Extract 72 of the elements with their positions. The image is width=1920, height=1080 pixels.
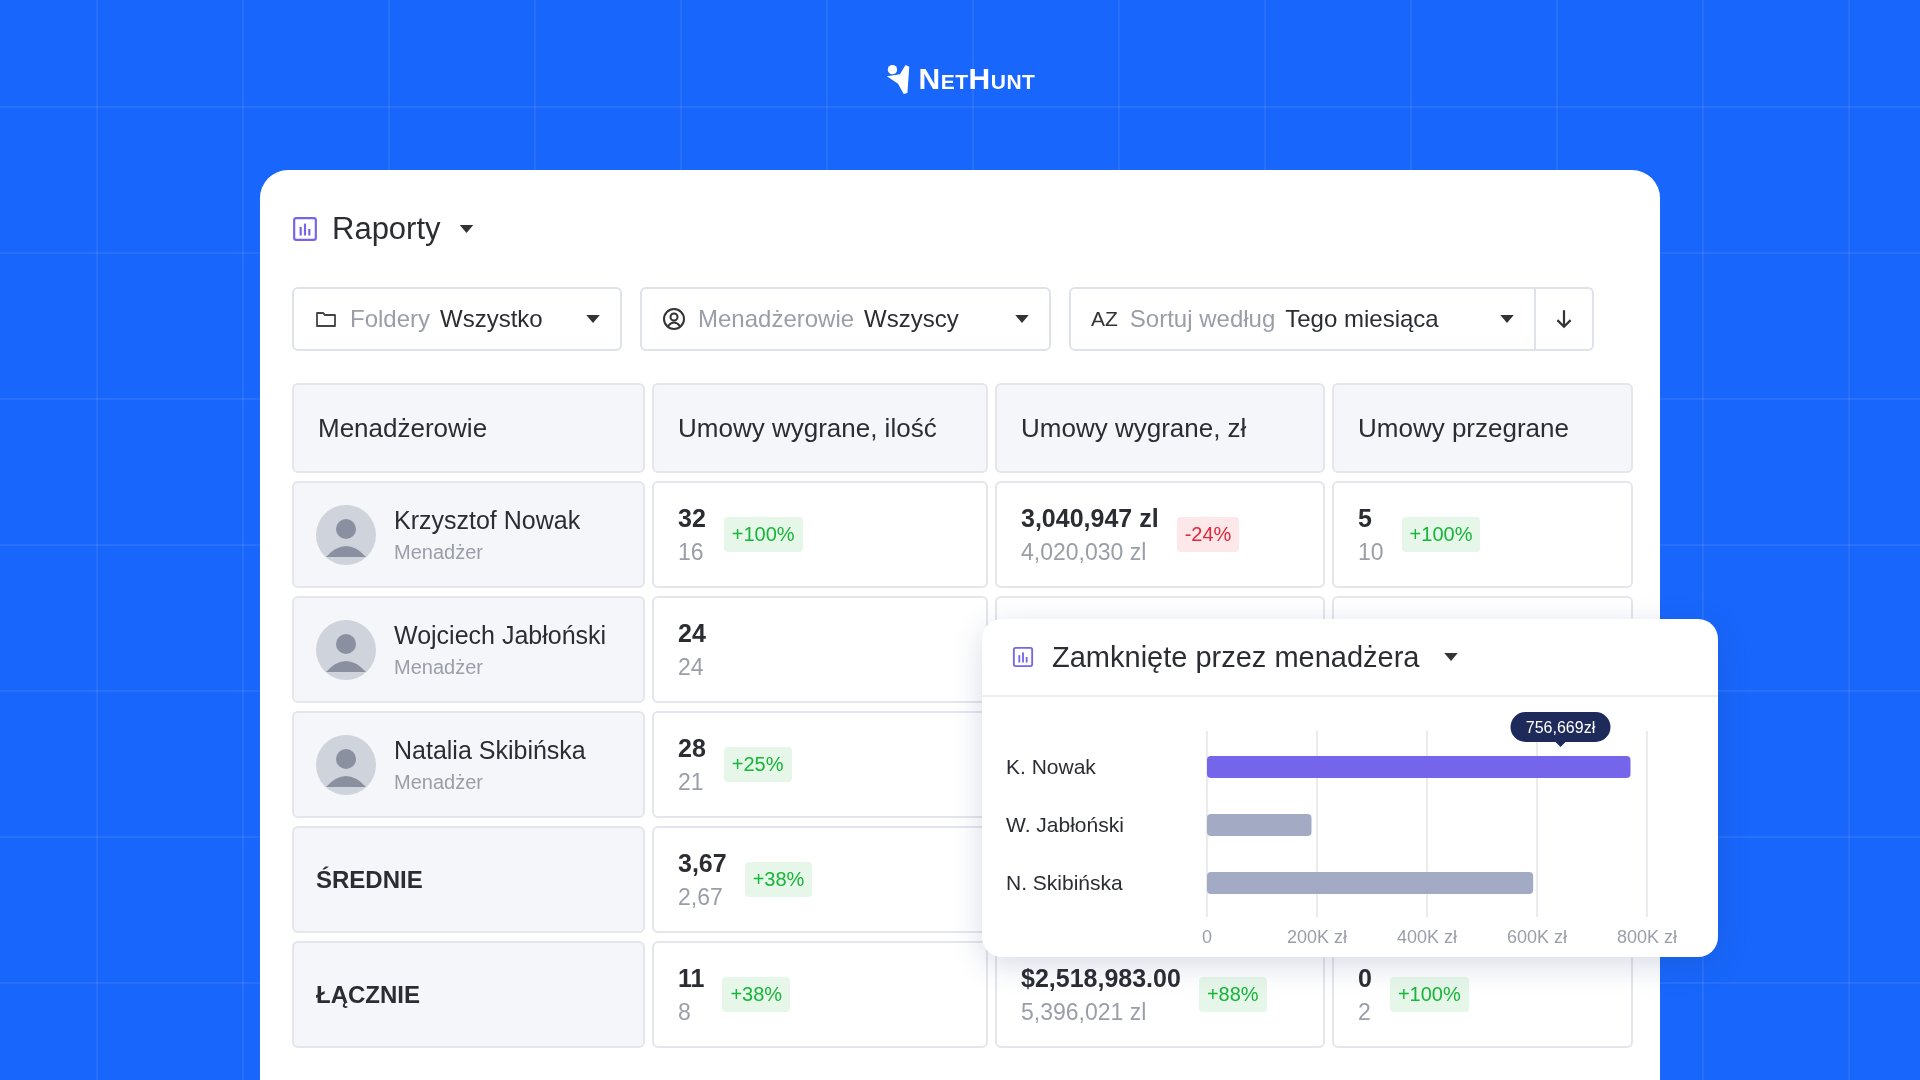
filter-value: Wszystko <box>440 305 543 333</box>
column-title: Menadżerowie <box>318 412 488 444</box>
previous-value: 24 <box>678 653 705 681</box>
change-badge: +88% <box>1198 977 1267 1012</box>
logo-text: NetHunt <box>918 62 1036 96</box>
filter-dropdown[interactable]: Menadżerowie Wszyscy <box>640 287 1051 351</box>
user-icon <box>662 307 686 331</box>
summary-label: ŚREDNIE <box>316 865 423 894</box>
column-title: Umowy przegrane <box>1358 412 1569 444</box>
filter-label: Sortuj według <box>1129 305 1276 333</box>
bar-label: W. Jabłoński <box>1006 813 1124 836</box>
change-badge: +38% <box>722 977 791 1012</box>
previous-value: 2 <box>1358 998 1372 1026</box>
caret-icon <box>586 314 600 324</box>
current-value: 0 <box>1358 963 1372 993</box>
person-name: Krzysztof Nowak <box>394 505 581 535</box>
axis-tick-label: 0 <box>1202 927 1212 947</box>
filter-label: Foldery <box>350 305 431 333</box>
filter-dropdown[interactable]: AZ Sortuj według Tego miesiąca <box>1069 287 1536 351</box>
chart-icon <box>292 216 318 242</box>
column-title: Umowy wygrane, ilość <box>678 412 937 444</box>
sort-icon: AZ <box>1091 307 1118 331</box>
change-badge: -24% <box>1176 517 1240 552</box>
caret-icon <box>1500 314 1514 324</box>
filter-value: Tego miesiąca <box>1285 305 1439 333</box>
previous-value: 16 <box>678 538 705 566</box>
avatar-icon <box>316 619 376 680</box>
current-value: 28 <box>678 733 706 763</box>
change-badge: +100% <box>723 517 803 552</box>
caret-icon <box>1443 652 1458 662</box>
previous-value: 2,67 <box>678 883 724 911</box>
change-badge: +100% <box>1401 517 1481 552</box>
person-role: Menadżer <box>394 655 484 679</box>
axis-tick-label: 200K zł <box>1287 927 1347 947</box>
previous-value: 21 <box>678 768 705 796</box>
current-value: 24 <box>678 618 706 648</box>
summary-label: ŁĄCZNIE <box>316 980 420 1009</box>
current-value: 32 <box>678 503 706 533</box>
current-value: $2,518,983.00 <box>1021 963 1181 993</box>
caret-icon <box>458 224 474 234</box>
axis-tick-label: 800K zł <box>1617 927 1677 947</box>
caret-icon <box>1015 314 1029 324</box>
previous-value: 4,020,030 zl <box>1021 538 1148 566</box>
previous-value: 8 <box>678 998 692 1026</box>
bar-label: N. Skibińska <box>1006 871 1123 894</box>
chart-icon <box>1012 646 1034 668</box>
person-name: Natalia Skibińska <box>394 735 586 765</box>
sort-direction-button[interactable] <box>1536 287 1594 351</box>
axis-tick-label: 400K zł <box>1397 927 1457 947</box>
bar-label: K. Nowak <box>1006 755 1096 778</box>
tooltip-text: 756,669zł <box>1525 719 1596 736</box>
axis-tick-label: 600K zł <box>1507 927 1567 947</box>
filter-value: Wszyscy <box>864 305 959 333</box>
current-value: 3,040,947 zl <box>1021 503 1159 533</box>
person-name: Wojciech Jabłoński <box>394 620 607 650</box>
column-title: Umowy wygrane, zł <box>1021 412 1247 444</box>
previous-value: 5,396,021 zl <box>1021 998 1148 1026</box>
filter-dropdown[interactable]: Foldery Wszystko <box>292 287 622 351</box>
change-badge: +38% <box>744 862 813 897</box>
report-dropdown[interactable]: Raporty <box>332 211 474 247</box>
current-value: 11 <box>678 963 705 993</box>
current-value: 5 <box>1358 503 1373 533</box>
person-role: Menadżer <box>394 540 484 564</box>
change-badge: +25% <box>723 747 792 782</box>
filter-label: Menadżerowie <box>698 305 855 333</box>
avatar-icon <box>316 734 376 795</box>
chart-dropdown[interactable]: Zamknięte przez menadżera <box>1052 640 1458 674</box>
person-role: Menadżer <box>394 770 484 794</box>
current-value: 3,67 <box>678 848 727 878</box>
previous-value: 10 <box>1358 538 1384 566</box>
avatar-icon <box>316 504 376 565</box>
change-badge: +100% <box>1389 977 1469 1012</box>
